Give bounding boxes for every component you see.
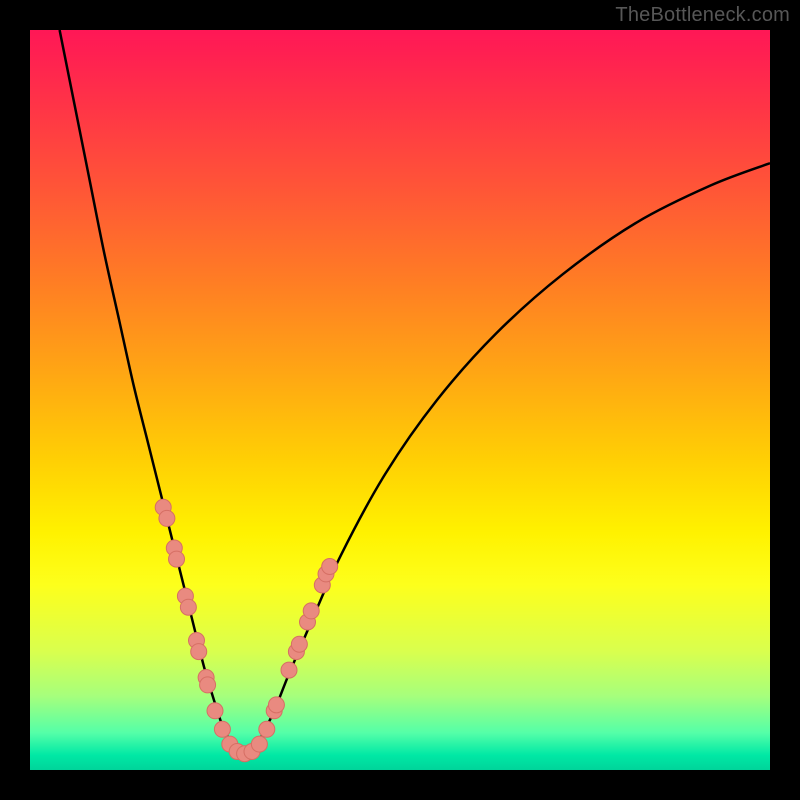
- data-marker: [191, 644, 207, 660]
- data-marker: [169, 551, 185, 567]
- data-marker: [281, 662, 297, 678]
- data-marker: [159, 510, 175, 526]
- data-marker: [207, 703, 223, 719]
- data-marker: [200, 677, 216, 693]
- data-marker: [251, 736, 267, 752]
- watermark-text: TheBottleneck.com: [615, 4, 790, 27]
- plot-area: [30, 30, 770, 770]
- chart-frame: TheBottleneck.com: [0, 0, 800, 800]
- data-marker: [291, 636, 307, 652]
- data-marker: [268, 697, 284, 713]
- data-markers: [155, 499, 338, 761]
- data-marker: [259, 721, 275, 737]
- data-marker: [303, 603, 319, 619]
- data-marker: [322, 559, 338, 575]
- bottleneck-curve: [60, 30, 770, 755]
- data-marker: [180, 599, 196, 615]
- data-marker: [214, 721, 230, 737]
- chart-svg: [30, 30, 770, 770]
